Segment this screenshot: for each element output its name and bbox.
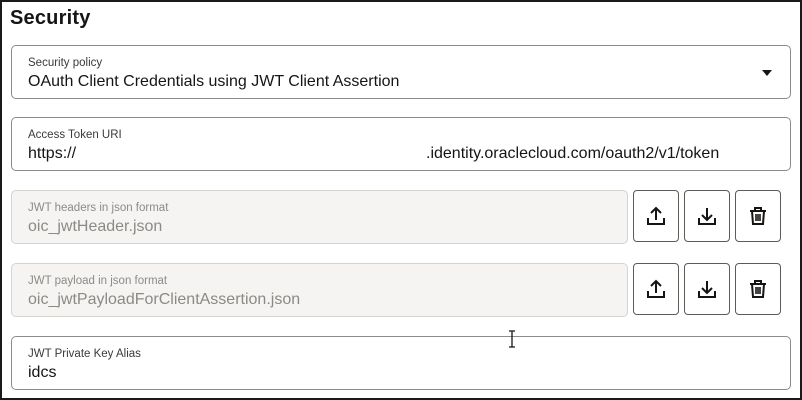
jwt-headers-value: oic_jwtHeader.json [28,218,163,235]
jwt-payload-upload-button[interactable] [633,263,679,315]
section-title: Security [10,7,91,29]
trash-icon [750,280,766,298]
jwt-private-key-alias-label: JWT Private Key Alias [28,348,141,360]
access-token-uri-suffix: .identity.oraclecloud.com/oauth2/v1/toke… [426,145,720,162]
jwt-headers-upload-button[interactable] [633,190,679,242]
access-token-uri-prefix: https:// [28,145,77,162]
trash-icon [750,207,766,225]
text-cursor-icon [509,330,515,348]
jwt-headers-label: JWT headers in json format [28,202,169,214]
jwt-headers-download-button[interactable] [684,190,730,242]
jwt-payload-field: JWT payload in json format oic_jwtPayloa… [11,263,628,317]
jwt-payload-label: JWT payload in json format [28,275,168,287]
access-token-uri-label: Access Token URI [28,129,122,141]
jwt-payload-delete-button[interactable] [735,263,781,315]
upload-icon [647,206,665,225]
download-icon [698,208,716,225]
redacted-region [88,144,422,170]
chevron-down-icon[interactable] [762,70,772,76]
upload-icon [647,279,665,298]
jwt-payload-download-button[interactable] [684,263,730,315]
security-policy-select[interactable]: Security policy OAuth Client Credentials… [11,45,791,99]
access-token-uri-field[interactable]: Access Token URI https:// .identity.orac… [11,117,791,171]
jwt-headers-delete-button[interactable] [735,190,781,242]
download-icon [698,281,716,298]
security-policy-value: OAuth Client Credentials using JWT Clien… [28,73,400,90]
jwt-payload-value: oic_jwtPayloadForClientAssertion.json [28,291,301,308]
jwt-private-key-alias-field[interactable]: JWT Private Key Alias idcs [11,336,791,390]
jwt-private-key-alias-value: idcs [28,364,57,381]
jwt-headers-field: JWT headers in json format oic_jwtHeader… [11,190,628,244]
security-policy-label: Security policy [28,57,103,69]
